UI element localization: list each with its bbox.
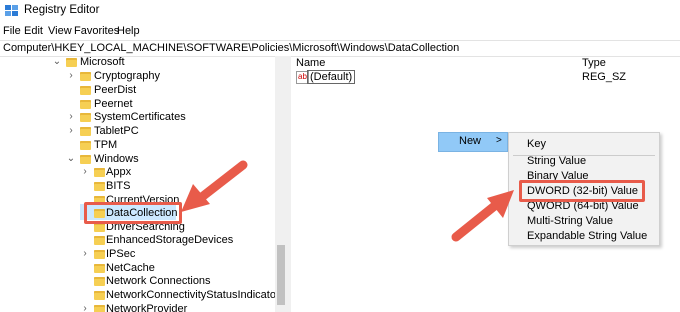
arrow-to-datacollection	[181, 160, 248, 212]
arrow-to-dword	[451, 190, 514, 242]
annotation-arrows	[181, 160, 514, 242]
